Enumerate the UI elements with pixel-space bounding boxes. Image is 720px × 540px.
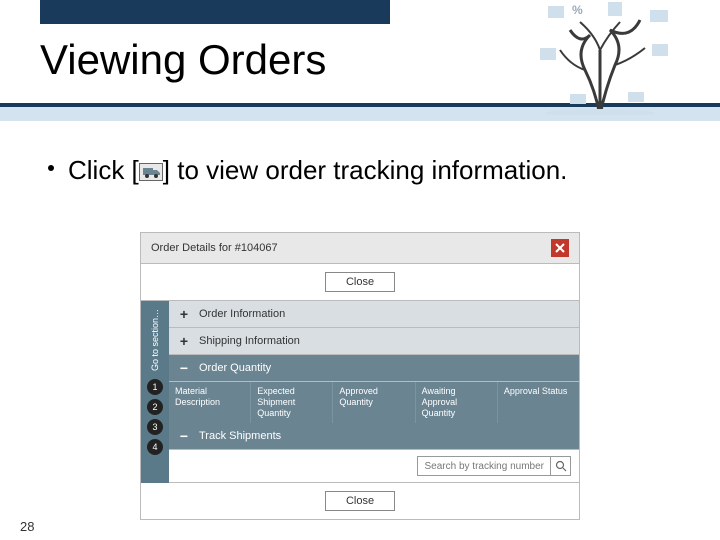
search-placeholder: Search by tracking number bbox=[418, 461, 550, 472]
svg-text:%: % bbox=[572, 3, 583, 17]
expand-icon: + bbox=[177, 333, 191, 349]
bullet-text-prefix: Click [ bbox=[68, 155, 139, 185]
collapse-icon: − bbox=[177, 428, 191, 444]
bullet-text-suffix: ] to view order tracking information. bbox=[163, 155, 568, 185]
close-bottom-button[interactable]: Close bbox=[325, 491, 395, 511]
close-icon bbox=[555, 243, 565, 253]
step-4[interactable]: 4 bbox=[147, 439, 163, 455]
search-icon bbox=[550, 457, 570, 475]
col-awaiting: Awaiting Approval Quantity bbox=[416, 382, 498, 423]
bullet-dot bbox=[48, 165, 54, 171]
dialog-close-button[interactable] bbox=[551, 239, 569, 257]
tracking-search-row: Search by tracking number bbox=[169, 450, 579, 483]
section-sidestrip: Go to section… 1 2 3 4 bbox=[141, 301, 169, 483]
col-expected: Expected Shipment Quantity bbox=[251, 382, 333, 423]
step-1[interactable]: 1 bbox=[147, 379, 163, 395]
col-approved: Approved Quantity bbox=[333, 382, 415, 423]
panel-label: Track Shipments bbox=[199, 430, 281, 442]
order-details-dialog: Order Details for #104067 Close Go to se… bbox=[140, 232, 580, 520]
dialog-body: Go to section… 1 2 3 4 + Order Informati… bbox=[141, 301, 579, 483]
panel-label: Order Information bbox=[199, 308, 285, 320]
dialog-title-text: Order Details for #104067 bbox=[151, 242, 278, 254]
close-top-button[interactable]: Close bbox=[325, 272, 395, 292]
tracking-search-input[interactable]: Search by tracking number bbox=[417, 456, 571, 476]
step-2[interactable]: 2 bbox=[147, 399, 163, 415]
sidestrip-label: Go to section… bbox=[150, 305, 160, 375]
dialog-top-actions: Close bbox=[141, 264, 579, 301]
decorative-tree-graphic: % bbox=[500, 0, 700, 115]
step-3[interactable]: 3 bbox=[147, 419, 163, 435]
dialog-panels: + Order Information + Shipping Informati… bbox=[169, 301, 579, 483]
panel-order-quantity[interactable]: − Order Quantity bbox=[169, 355, 579, 382]
collapse-icon: − bbox=[177, 360, 191, 376]
header-accent-bar bbox=[40, 0, 390, 24]
panel-label: Shipping Information bbox=[199, 335, 300, 347]
slide-title: Viewing Orders bbox=[40, 36, 326, 84]
truck-icon bbox=[139, 163, 163, 181]
panel-track-shipments[interactable]: − Track Shipments bbox=[169, 423, 579, 450]
panel-label: Order Quantity bbox=[199, 362, 271, 374]
expand-icon: + bbox=[177, 306, 191, 322]
instruction-bullet: Click [ ] to view order tracking informat… bbox=[68, 155, 588, 185]
col-status: Approval Status bbox=[498, 382, 579, 423]
slide-page-number: 28 bbox=[20, 519, 34, 534]
dialog-titlebar: Order Details for #104067 bbox=[141, 233, 579, 264]
dialog-bottom-actions: Close bbox=[141, 483, 579, 519]
panel-shipping-information[interactable]: + Shipping Information bbox=[169, 328, 579, 355]
panel-order-information[interactable]: + Order Information bbox=[169, 301, 579, 328]
order-quantity-columns: Material Description Expected Shipment Q… bbox=[169, 382, 579, 423]
col-material: Material Description bbox=[169, 382, 251, 423]
